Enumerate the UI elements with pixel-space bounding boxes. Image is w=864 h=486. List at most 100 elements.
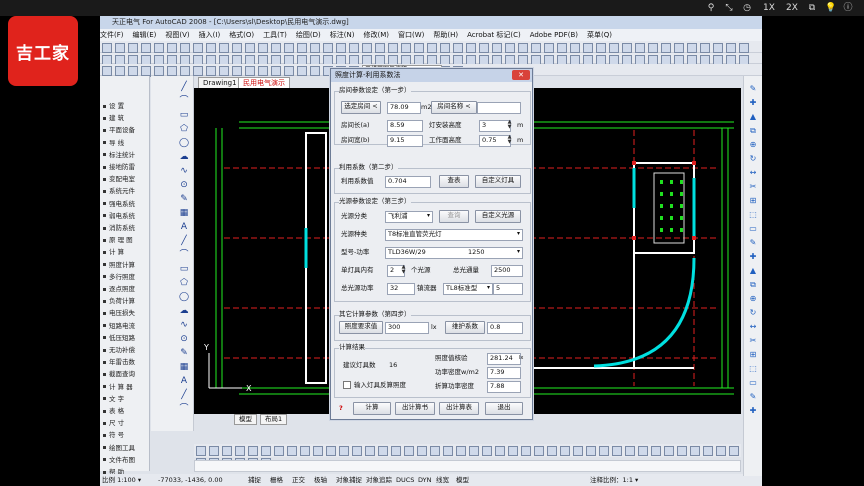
menu-item[interactable]: 修改(M) — [363, 31, 389, 39]
toolbar-icon[interactable] — [349, 43, 359, 53]
toolbar-icon[interactable] — [128, 43, 138, 53]
menu-item[interactable]: Adobe PDF(B) — [530, 31, 578, 39]
draw-tool-icon[interactable]: ⌒ — [179, 96, 189, 106]
ballast-field[interactable]: 5 — [493, 283, 523, 295]
toolbar-icon[interactable] — [245, 43, 255, 53]
toolbar-icon[interactable] — [297, 66, 307, 76]
copy-icon[interactable]: ⧉ — [807, 2, 817, 14]
draw-tool-icon[interactable]: ▭ — [179, 264, 189, 274]
menu-item[interactable]: 工具(T) — [263, 31, 287, 39]
modify-tool-icon[interactable]: ⊞ — [748, 196, 758, 206]
toolbar-icon[interactable] — [339, 446, 349, 456]
modify-tool-icon[interactable]: ✎ — [748, 392, 758, 402]
speed-1x-button[interactable]: 1X — [762, 2, 776, 14]
toolbar-icon[interactable] — [583, 43, 593, 53]
toolbar-icon[interactable] — [739, 43, 749, 53]
toolbar-icon[interactable] — [508, 446, 518, 456]
toolbar-icon[interactable] — [518, 43, 528, 53]
toolbar-icon[interactable] — [729, 446, 739, 456]
side-menu-item[interactable]: 弱电系统 — [103, 212, 135, 220]
draw-tool-icon[interactable]: A — [179, 222, 189, 232]
custom-lamp-button[interactable]: 自定义灯具 — [475, 175, 521, 188]
draw-tool-icon[interactable]: ╱ — [179, 390, 189, 400]
draw-tool-icon[interactable]: ⌒ — [179, 250, 189, 260]
toolbar-icon[interactable] — [677, 446, 687, 456]
toolbar-icon[interactable] — [167, 43, 177, 53]
toolbar-icon[interactable] — [482, 446, 492, 456]
toolbar-icon[interactable] — [196, 446, 206, 456]
toolbar-icon[interactable] — [271, 43, 281, 53]
side-menu-item[interactable]: 设 置 — [103, 102, 124, 110]
side-menu-item[interactable]: 导 线 — [103, 139, 124, 147]
clock-icon[interactable]: ◷ — [742, 2, 752, 14]
output-doc-button[interactable]: 出计算书 — [395, 402, 435, 415]
work-height-spinner[interactable]: ▲ ▼ — [507, 135, 512, 145]
toolbar-icon[interactable] — [414, 43, 424, 53]
insert-lamp-checkbox[interactable] — [343, 381, 351, 389]
side-menu-item[interactable]: 标注统计 — [103, 151, 135, 159]
modify-tool-icon[interactable]: ✚ — [748, 98, 758, 108]
help-icon[interactable]: ? — [339, 404, 343, 413]
toolbar-icon[interactable] — [401, 43, 411, 53]
toolbar-icon[interactable] — [154, 43, 164, 53]
toolbar-icon[interactable] — [297, 43, 307, 53]
toolbar-icon[interactable] — [232, 66, 242, 76]
scale-select[interactable]: 比例 1:100 ▾ — [102, 474, 141, 486]
toolbar-icon[interactable] — [232, 43, 242, 53]
draw-tool-icon[interactable]: ∿ — [179, 166, 189, 176]
install-height-spinner[interactable]: ▲ ▼ — [507, 120, 512, 130]
modify-tool-icon[interactable]: ▲ — [748, 266, 758, 276]
toolbar-icon[interactable] — [222, 446, 232, 456]
room-area-field[interactable]: 78.09 — [387, 102, 421, 114]
style-toolbar[interactable] — [100, 53, 762, 77]
standard-toolbar[interactable] — [100, 41, 762, 65]
toolbar-icon[interactable] — [154, 66, 164, 76]
source-type-select[interactable]: T8标准直管荧光灯 — [385, 229, 523, 241]
toolbar-icon[interactable] — [505, 43, 515, 53]
toolbar-icon[interactable] — [648, 43, 658, 53]
toolbar-icon[interactable] — [115, 43, 125, 53]
toolbar-icon[interactable] — [622, 43, 632, 53]
model-select[interactable]: TLD36W/29 1250 — [385, 247, 523, 259]
toggle-model[interactable]: 模型 — [456, 474, 469, 486]
toolbar-icon[interactable] — [362, 43, 372, 53]
toolbar-icon[interactable] — [596, 43, 606, 53]
side-menu-item[interactable]: 计 算 器 — [103, 383, 133, 391]
draw-tool-icon[interactable]: ⊙ — [179, 334, 189, 344]
menu-item[interactable]: 窗口(W) — [398, 31, 424, 39]
menu-item[interactable]: 插入(I) — [199, 31, 221, 39]
close-button[interactable]: ✕ — [512, 70, 530, 80]
toolbar-icon[interactable] — [492, 43, 502, 53]
draw-tool-icon[interactable]: ✎ — [179, 194, 189, 204]
toolbar-icon[interactable] — [625, 446, 635, 456]
draw-tool-icon[interactable]: ╱ — [179, 236, 189, 246]
modify-tool-icon[interactable]: ✎ — [748, 238, 758, 248]
menu-item[interactable]: 编辑(E) — [133, 31, 157, 39]
collapse-icon[interactable]: ⤡ — [724, 2, 734, 14]
side-menu-item[interactable]: 尺 寸 — [103, 419, 124, 427]
info-icon[interactable]: ⓘ — [843, 2, 853, 14]
toolbar-icon[interactable] — [180, 43, 190, 53]
modify-tool-icon[interactable]: ⧉ — [748, 126, 758, 136]
total-power-field[interactable]: 32 — [387, 283, 415, 295]
draw-tool-icon[interactable]: ⬠ — [179, 124, 189, 134]
toolbar-icon[interactable] — [570, 43, 580, 53]
modify-tool-icon[interactable]: ▭ — [748, 224, 758, 234]
toolbar-icon[interactable] — [726, 43, 736, 53]
side-menu-item[interactable]: 消防系统 — [103, 224, 135, 232]
draw-tool-icon[interactable]: ▭ — [179, 110, 189, 120]
menu-item[interactable]: 菜单(Q) — [587, 31, 612, 39]
toolbar-icon[interactable] — [167, 66, 177, 76]
toolbar-icon[interactable] — [336, 43, 346, 53]
side-menu-item[interactable]: 负荷计算 — [103, 297, 135, 305]
toolbar-icon[interactable] — [479, 43, 489, 53]
toolbar-icon[interactable] — [310, 66, 320, 76]
toggle-lineweight[interactable]: 线宽 — [436, 474, 449, 486]
draw-tool-icon[interactable]: ▦ — [179, 208, 189, 218]
toolbar-icon[interactable] — [115, 66, 125, 76]
toolbar-icon[interactable] — [180, 66, 190, 76]
toolbar-icon[interactable] — [310, 43, 320, 53]
annotation-scale[interactable]: 注释比例：1:1 ▾ — [590, 474, 638, 486]
toolbar-icon[interactable] — [287, 446, 297, 456]
menu-item[interactable]: 标注(N) — [330, 31, 355, 39]
